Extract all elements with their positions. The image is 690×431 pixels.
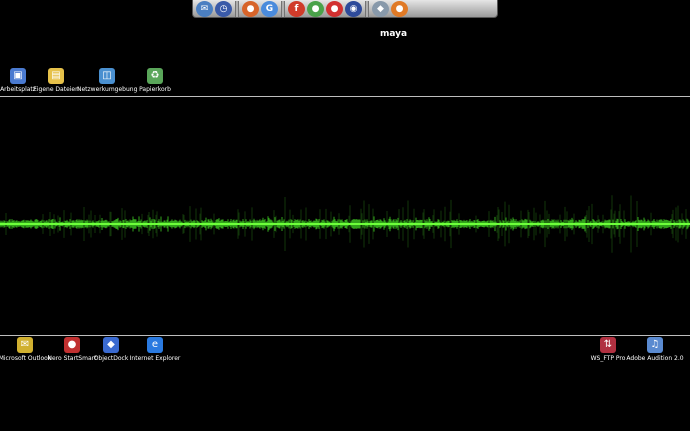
- dreamweaver-icon[interactable]: ●: [307, 0, 324, 17]
- maya-icon[interactable]: ◉: [345, 0, 362, 17]
- nero-icon: ●: [64, 337, 80, 353]
- shield-icon[interactable]: ◆: [372, 0, 389, 17]
- desktop-icon[interactable]: ♫ Adobe Audition 2.0: [625, 337, 685, 362]
- top-dock: ✉ ◷ ● Gf ● ● ◉ ◆ ●: [192, 0, 498, 18]
- acrobat-icon[interactable]: ●: [326, 0, 343, 17]
- clock-icon[interactable]: ◷: [215, 0, 232, 17]
- google-icon[interactable]: G: [261, 0, 278, 17]
- desktop-icon-label: Adobe Audition 2.0: [626, 355, 684, 362]
- dock-separator: [235, 0, 239, 17]
- adobe-audition-icon: ♫: [647, 337, 663, 353]
- flash-icon[interactable]: f: [288, 0, 305, 17]
- my-computer-icon: ▣: [10, 68, 26, 84]
- firefox-icon[interactable]: ●: [242, 0, 259, 17]
- outlook-icon: ✉: [17, 337, 33, 353]
- waveform-wallpaper: [0, 195, 690, 253]
- divider-top: [0, 96, 690, 97]
- dock-active-label: maya: [380, 29, 408, 39]
- desktop-icon[interactable]: ♻ Papierkorb: [125, 68, 185, 93]
- network-icon: ◫: [99, 68, 115, 84]
- dock-separator: [365, 0, 369, 17]
- mail-icon[interactable]: ✉: [196, 0, 213, 17]
- divider-bottom: [0, 335, 690, 336]
- ftp-icon: ⇅: [600, 337, 616, 353]
- desktop-icon-label: Internet Explorer: [129, 355, 181, 362]
- my-documents-icon: ▤: [48, 68, 64, 84]
- desktop-icon[interactable]: e Internet Explorer: [125, 337, 185, 362]
- desktop-icon-label: Papierkorb: [139, 86, 171, 93]
- objectdock-icon: ◆: [103, 337, 119, 353]
- internet-explorer-icon: e: [147, 337, 163, 353]
- firefox-icon[interactable]: ●: [391, 0, 408, 17]
- dock-separator: [281, 0, 285, 17]
- recycle-bin-icon: ♻: [147, 68, 163, 84]
